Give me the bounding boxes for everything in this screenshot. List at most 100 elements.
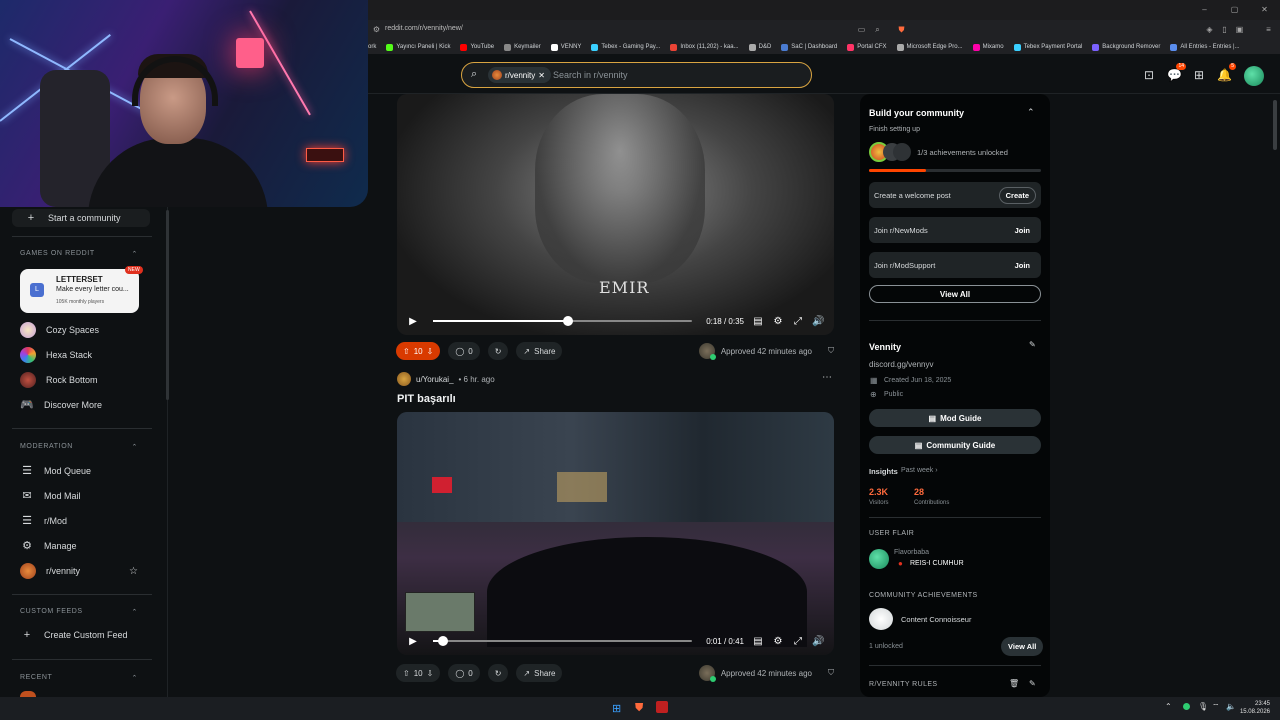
brave-shield-icon[interactable]: ⛊ xyxy=(897,25,906,34)
bookmark[interactable]: Inbox (11,202) - kaa... xyxy=(670,43,739,51)
bookmark[interactable]: Yayıncı Paneli | Kick xyxy=(386,43,450,51)
volume-icon[interactable]: 🔊 xyxy=(812,636,824,647)
bookmark[interactable]: All Entries - Entries |... xyxy=(1170,43,1240,51)
comments-button[interactable]: ◯ 0 xyxy=(448,342,480,360)
sidebar-item-discover-more[interactable]: 🎮 Discover More xyxy=(20,398,102,411)
sidebar-item-cozy-spaces[interactable]: Cozy Spaces xyxy=(20,322,99,338)
downvote-icon[interactable]: ⇩ xyxy=(427,347,434,356)
view-all-button[interactable]: View All xyxy=(869,285,1041,303)
bookmark[interactable]: Portal CFX xyxy=(847,43,887,51)
sidebar-toggle-icon[interactable]: ▯ xyxy=(1220,25,1229,34)
advertise-icon[interactable]: ⊡ xyxy=(1142,68,1156,82)
create-button[interactable]: Create xyxy=(998,186,1036,204)
user-avatar[interactable] xyxy=(1244,66,1264,86)
recent-section-header[interactable]: RECENT ⌃ xyxy=(20,674,138,682)
bookmark[interactable]: D&D xyxy=(748,43,771,51)
crosspost-button[interactable]: ↻ xyxy=(487,664,509,682)
taskbar-clock[interactable]: 23:45 15.08.2026 xyxy=(1240,700,1270,716)
sidebar-item-mod-mail[interactable]: ✉ Mod Mail xyxy=(20,489,80,502)
settings-gear-icon[interactable]: ⚙ xyxy=(772,636,784,647)
game-card-letterset[interactable]: L LETTERSET Make every letter cou... 105… xyxy=(20,269,139,313)
bookmark[interactable]: Mixamo xyxy=(972,43,1004,51)
volume-icon[interactable]: 🔊 xyxy=(812,316,824,327)
share-button[interactable]: ↗ Share xyxy=(516,664,563,682)
sidebar-item-hexa-stack[interactable]: Hexa Stack xyxy=(20,347,92,363)
create-custom-feed-button[interactable]: + Create Custom Feed xyxy=(20,629,128,641)
video-progress-bar[interactable] xyxy=(433,316,693,326)
bookmark[interactable]: Keymailer xyxy=(504,43,541,51)
view-all-achievements-button[interactable]: View All xyxy=(1001,637,1044,656)
create-post-icon[interactable]: ⊞ xyxy=(1192,68,1206,82)
edit-pencil-icon[interactable]: ✎ xyxy=(1029,340,1036,349)
games-section-header[interactable]: GAMES ON REDDIT ⌃ xyxy=(20,250,138,258)
extension-icon[interactable]: ◈ xyxy=(1205,25,1214,34)
minimize-icon[interactable]: – xyxy=(1200,5,1209,14)
post-video[interactable]: EMIR ▶ 0:18 / 0:35 ▤ ⚙ ⤢ 🔊 xyxy=(397,94,834,335)
join-button[interactable]: Join xyxy=(1009,223,1036,238)
captions-icon[interactable]: ▤ xyxy=(752,636,764,647)
moderation-section-header[interactable]: MODERATION ⌃ xyxy=(20,443,138,451)
star-icon[interactable]: ☆ xyxy=(129,566,138,577)
menu-icon[interactable]: ≡ xyxy=(1264,25,1273,34)
bookmark[interactable]: Background Remover xyxy=(1092,43,1160,51)
close-window-icon[interactable]: ✕ xyxy=(1260,5,1269,14)
notifications-icon[interactable]: 🔔 5 xyxy=(1217,63,1236,82)
chevron-up-icon[interactable]: ⌃ xyxy=(1027,107,1035,118)
play-icon[interactable]: ▶ xyxy=(407,316,419,327)
more-options-icon[interactable]: ⋯ xyxy=(822,372,832,383)
url-text[interactable]: reddit.com/r/vennity/new/ xyxy=(385,25,463,32)
sidebar-item-r-vennity[interactable]: r/vennity ☆ xyxy=(20,563,138,579)
edit-pencil-icon[interactable]: ✎ xyxy=(1029,679,1036,688)
post-author[interactable]: u/Yorukai_ xyxy=(416,375,454,384)
video-progress-bar[interactable] xyxy=(433,636,693,646)
shield-icon[interactable]: ⛉ xyxy=(828,346,834,356)
upvote-icon[interactable]: ⇧ xyxy=(403,669,410,678)
sidebar-scrollbar[interactable] xyxy=(166,210,169,400)
chat-icon[interactable]: 💬 14 xyxy=(1167,63,1186,82)
mod-guide-button[interactable]: ▤ Mod Guide xyxy=(869,409,1041,427)
clear-scope-icon[interactable]: ✕ xyxy=(538,71,545,80)
windows-start-icon[interactable]: ⊞ xyxy=(612,702,621,715)
settings-gear-icon[interactable]: ⚙ xyxy=(772,316,784,327)
community-guide-button[interactable]: ▤ Community Guide xyxy=(869,436,1041,454)
post-title[interactable]: PIT başarılı xyxy=(397,393,456,405)
share-button[interactable]: ↗ Share xyxy=(516,342,563,360)
sidebar-item-r-mod[interactable]: ☰ r/Mod xyxy=(20,514,67,527)
start-community-button[interactable]: + Start a community xyxy=(12,209,150,227)
trash-icon[interactable]: 🗑 xyxy=(1009,679,1019,688)
sidebar-item-mod-queue[interactable]: ☰ Mod Queue xyxy=(20,464,91,477)
maximize-icon[interactable]: ▢ xyxy=(1230,5,1239,14)
page-scrollbar[interactable] xyxy=(1273,100,1277,150)
shield-icon[interactable]: ⛉ xyxy=(828,668,834,678)
upvote-icon[interactable]: ⇧ xyxy=(403,347,410,356)
downvote-icon[interactable]: ⇩ xyxy=(427,669,434,678)
site-info-icon[interactable]: ⚙ xyxy=(372,25,381,34)
app-taskbar-icon[interactable] xyxy=(656,701,668,713)
captions-icon[interactable]: ▤ xyxy=(752,316,764,327)
bookmark[interactable]: ork xyxy=(368,44,376,50)
bookmark[interactable]: VENNY xyxy=(550,43,581,51)
bookmark[interactable]: YouTube xyxy=(460,43,494,51)
comments-button[interactable]: ◯ 0 xyxy=(448,664,480,682)
post-video[interactable]: ▶ 0:01 / 0:41 ▤ ⚙ ⤢ 🔊 xyxy=(397,412,834,655)
screen-icon[interactable]: ▭ xyxy=(857,25,866,34)
custom-feeds-section-header[interactable]: CUSTOM FEEDS ⌃ xyxy=(20,608,138,616)
bookmark[interactable]: Tebex Payment Portal xyxy=(1013,43,1082,51)
sidebar-item-rock-bottom[interactable]: Rock Bottom xyxy=(20,372,98,388)
tray-status-icon[interactable] xyxy=(1183,703,1190,710)
tray-chevron-icon[interactable]: ⌃ xyxy=(1165,702,1172,711)
play-icon[interactable]: ▶ xyxy=(407,636,419,647)
author-avatar[interactable] xyxy=(397,372,411,386)
bookmark[interactable]: Tebex - Gaming Pay... xyxy=(591,43,660,51)
insights-period[interactable]: Past week › xyxy=(901,467,938,474)
brave-browser-icon[interactable]: ⛊ xyxy=(635,702,643,715)
speaker-icon[interactable]: 🔈 xyxy=(1226,702,1236,711)
network-icon[interactable]: ⌔ xyxy=(1212,702,1220,712)
bookmark[interactable]: Microsoft Edge Pro... xyxy=(896,43,963,51)
join-button[interactable]: Join xyxy=(1009,258,1036,273)
bookmark[interactable]: SaC | Dashboard xyxy=(781,43,837,51)
microphone-icon[interactable]: 🎙 xyxy=(1198,702,1208,711)
wallet-icon[interactable]: ▣ xyxy=(1235,25,1244,34)
search-scope-chip[interactable]: r/vennity ✕ xyxy=(488,67,551,83)
fullscreen-icon[interactable]: ⤢ xyxy=(792,636,804,647)
